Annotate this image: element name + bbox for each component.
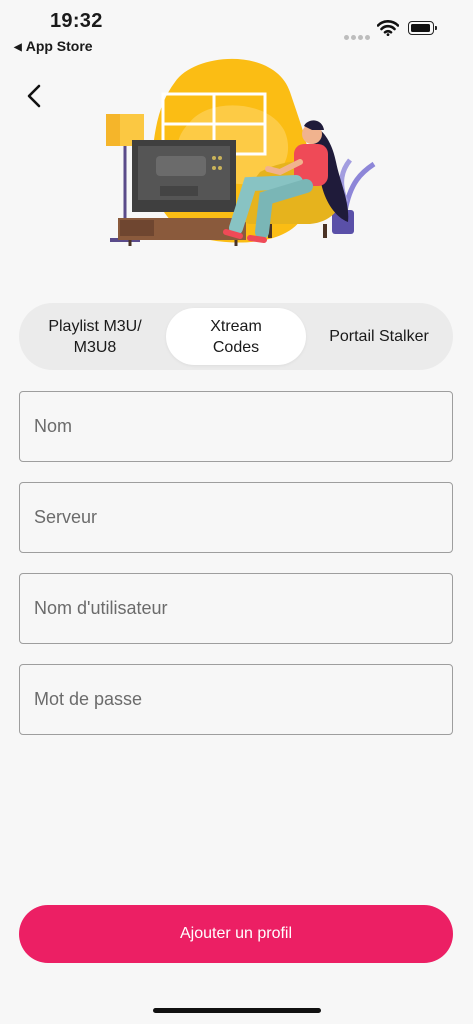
server-field bbox=[19, 482, 453, 553]
name-input[interactable] bbox=[20, 392, 452, 461]
woman-watching-tv-illustration bbox=[106, 58, 376, 246]
segment-label: Portail Stalker bbox=[329, 328, 429, 345]
username-field bbox=[19, 573, 453, 644]
status-time: 19:32 bbox=[50, 10, 103, 32]
segment-playlist-m3u[interactable]: Playlist M3U/ M3U8 bbox=[25, 308, 165, 365]
back-to-app-store-link[interactable]: ◀ App Store bbox=[14, 38, 93, 54]
battery-icon bbox=[408, 21, 437, 35]
status-bar: 19:32 ◀ App Store bbox=[0, 0, 473, 60]
home-indicator bbox=[153, 1008, 321, 1013]
back-triangle-icon: ◀ bbox=[14, 42, 22, 53]
password-field bbox=[19, 664, 453, 735]
username-input[interactable] bbox=[20, 574, 452, 643]
signal-dots-icon bbox=[344, 27, 372, 45]
password-input[interactable] bbox=[20, 665, 452, 734]
name-field bbox=[19, 391, 453, 462]
add-profile-button[interactable]: Ajouter un profil bbox=[19, 905, 453, 963]
server-input[interactable] bbox=[20, 483, 452, 552]
chevron-left-icon[interactable] bbox=[22, 80, 50, 112]
segment-label: Playlist M3U/ M3U8 bbox=[48, 317, 142, 356]
segment-portail-stalker[interactable]: Portail Stalker bbox=[309, 308, 449, 365]
back-app-label: App Store bbox=[25, 38, 93, 54]
segment-xtream-codes[interactable]: Xtream Codes bbox=[166, 308, 306, 365]
segment-label: Xtream Codes bbox=[210, 317, 262, 356]
wifi-icon bbox=[377, 20, 399, 36]
source-type-segmented-control: Playlist M3U/ M3U8 Xtream Codes Portail … bbox=[19, 303, 453, 370]
